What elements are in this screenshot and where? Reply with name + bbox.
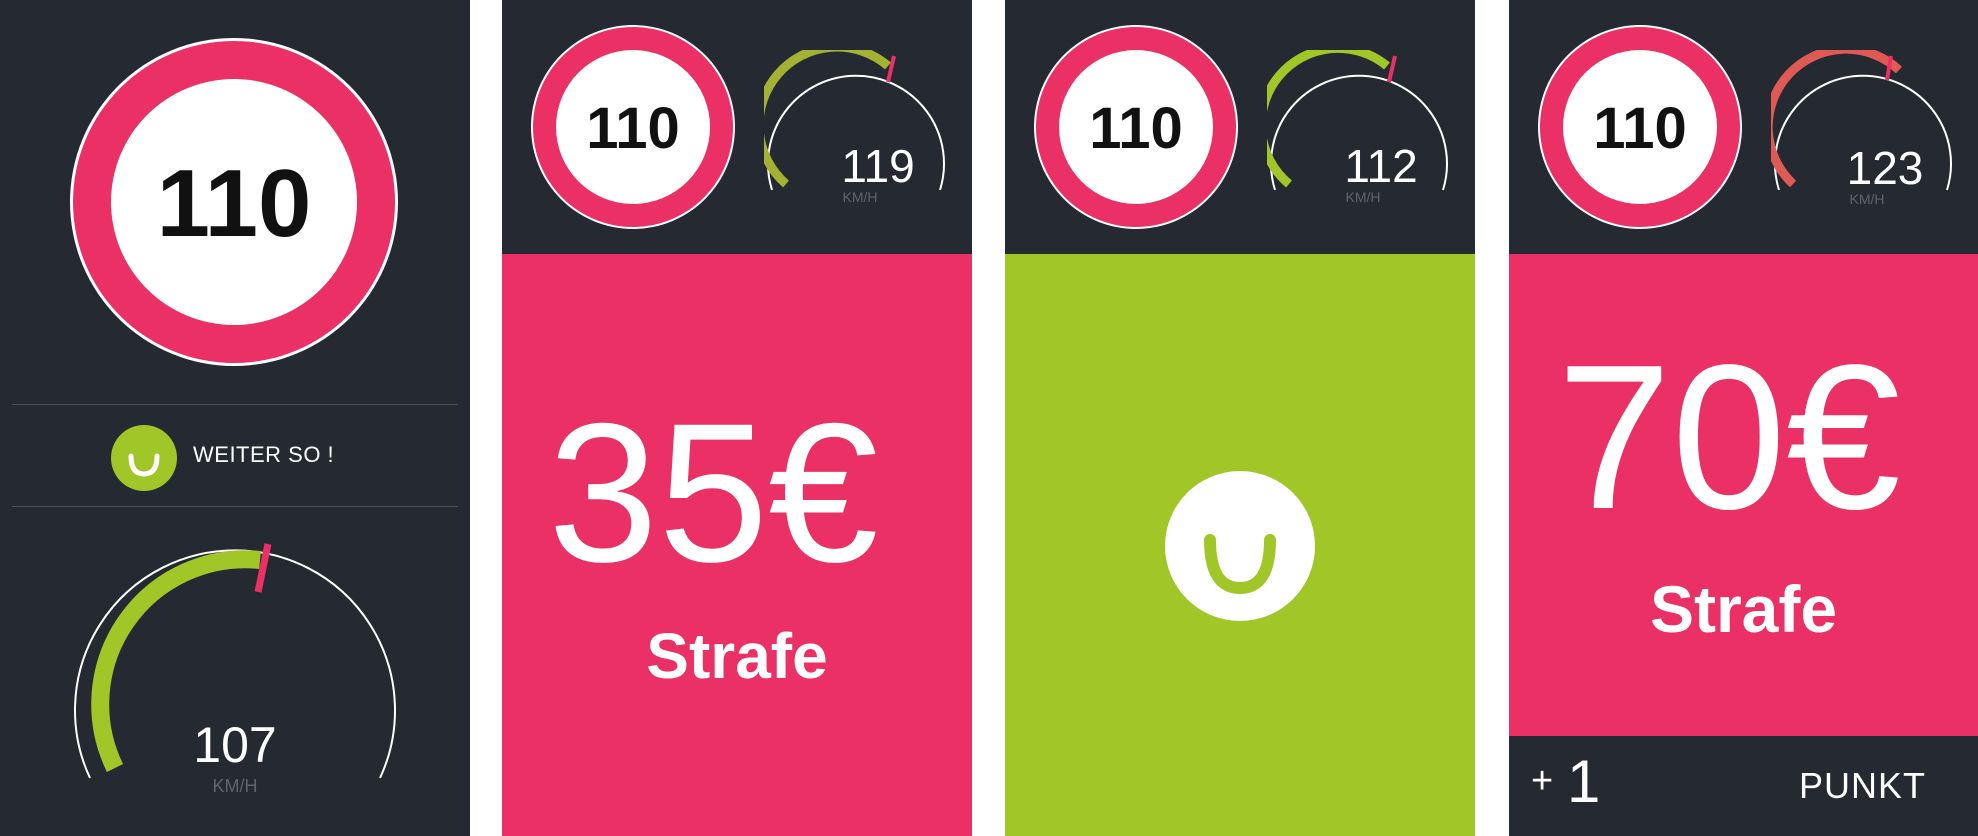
smile-icon [111, 425, 177, 491]
divider-bottom [12, 506, 458, 507]
speed-limit-value: 110 [586, 96, 680, 161]
speedometer-gauge: 112 KM/H [1267, 50, 1448, 205]
speed-limit-sign: 110 [70, 38, 398, 366]
fine-label: Strafe [1649, 572, 1838, 646]
speed-limit-value: 110 [157, 150, 312, 257]
divider-top [12, 404, 458, 405]
limit-marker [886, 55, 896, 83]
current-speed: 123 [1847, 142, 1924, 194]
speed-unit: KM/H [1850, 191, 1885, 207]
fine-panel: 35€ Strafe [502, 254, 972, 836]
points-label: PUNKT [1798, 765, 1926, 806]
speed-unit: KM/H [843, 189, 878, 205]
screen-speed-ok: 110 WEITER SO ! 107 KM/H [0, 0, 470, 836]
speed-limit-sign: 110 [1034, 25, 1238, 229]
screen-fine-70: 110 123 KM/H 70€ Strafe + 1 PUNKT [1509, 0, 1978, 836]
limit-marker [1387, 55, 1397, 83]
speed-limit-sign: 110 [531, 25, 735, 229]
speedometer-gauge: 119 KM/H [764, 50, 945, 205]
speed-limit-value: 110 [1089, 96, 1183, 161]
speed-unit: KM/H [213, 776, 258, 796]
screen-ok-112: 110 112 KM/H [1005, 0, 1475, 836]
smile-icon [1165, 471, 1315, 621]
speed-limit-value: 110 [1593, 96, 1687, 161]
points-bar: + 1 PUNKT [1509, 736, 1978, 836]
status-text: WEITER SO ! [193, 442, 335, 467]
fine-panel: 70€ Strafe [1509, 254, 1978, 736]
current-speed: 119 [841, 140, 914, 192]
speedometer-gauge: 107 KM/H [74, 543, 396, 796]
fine-label: Strafe [646, 620, 828, 692]
points-prefix: + [1531, 760, 1554, 802]
speed-limit-sign: 110 [1538, 25, 1742, 229]
fine-amount: 70€ [1557, 322, 1901, 552]
speedometer-gauge: 123 KM/H [1771, 50, 1952, 207]
screen-fine-35: 110 119 KM/H 35€ Strafe [502, 0, 972, 836]
speed-unit: KM/H [1346, 189, 1381, 205]
status-panel [1005, 254, 1475, 836]
fine-amount: 35€ [548, 382, 879, 603]
points-value: 1 [1567, 748, 1601, 815]
current-speed: 107 [193, 717, 276, 773]
current-speed: 112 [1344, 140, 1417, 192]
